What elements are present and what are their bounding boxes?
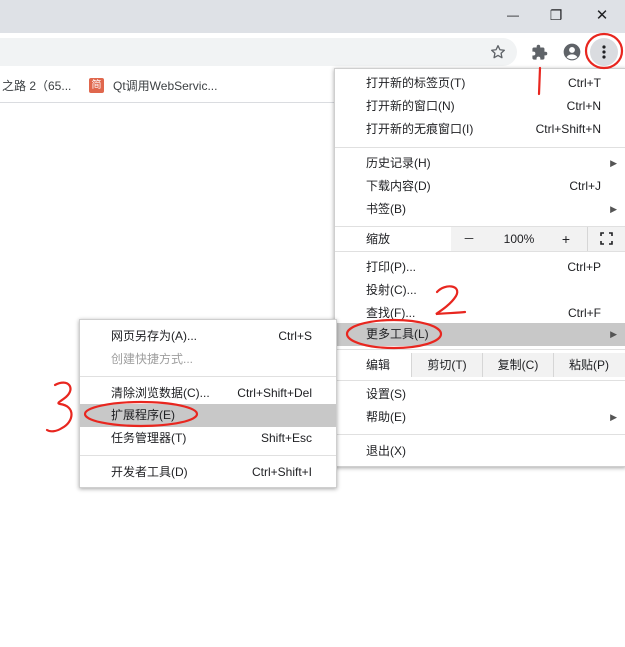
bookmark-favicon-icon: 简 [89, 78, 104, 93]
bookmark-star-button[interactable] [487, 41, 509, 63]
menu-item-cast[interactable]: 投射(C)... [335, 279, 625, 302]
menu-item-label: 投射(C)... [366, 283, 417, 297]
menu-item-downloads[interactable]: 下载内容(D) Ctrl+J [335, 175, 625, 198]
menu-item-bookmarks[interactable]: 书签(B) ▶ [335, 198, 625, 221]
menu-item-shortcut: Ctrl+N [566, 99, 601, 113]
menu-item-label: 开发者工具(D) [111, 465, 188, 479]
menu-divider [335, 434, 625, 435]
puzzle-icon [531, 44, 547, 60]
menu-item-label: 下载内容(D) [366, 179, 431, 193]
zoom-in-button[interactable]: + [551, 227, 581, 251]
submenu-arrow-icon: ▶ [610, 158, 617, 168]
zoom-out-button[interactable]: － [451, 227, 487, 251]
menu-item-shortcut: Ctrl+J [569, 179, 601, 193]
menu-item-label: 创建快捷方式... [111, 352, 194, 366]
chrome-menu-button[interactable] [590, 38, 618, 66]
restore-icon: ❐ [549, 6, 563, 23]
menu-divider [80, 455, 336, 456]
three-dots-vertical-icon [602, 45, 606, 59]
copy-button[interactable]: 复制(C) [482, 353, 553, 377]
fullscreen-button[interactable] [587, 227, 624, 251]
bookmark-item[interactable]: Qt调用WebServic... [113, 70, 217, 102]
annotation-mark-3 [45, 381, 73, 433]
menu-divider [80, 376, 336, 377]
zoom-label: 缩放 [366, 232, 391, 246]
submenu-item-developer-tools[interactable]: 开发者工具(D) Ctrl+Shift+I [80, 461, 336, 484]
extensions-button[interactable] [527, 40, 551, 64]
close-icon: ✕ [595, 7, 609, 24]
submenu-arrow-icon: ▶ [610, 204, 617, 214]
menu-item-label: 打开新的窗口(N) [366, 99, 455, 113]
submenu-arrow-icon: ▶ [610, 329, 617, 339]
paste-button[interactable]: 粘贴(P) [553, 353, 624, 377]
menu-item-label: 打开新的无痕窗口(I) [366, 122, 474, 136]
edit-row: 编辑 剪切(T) 复制(C) 粘贴(P) [335, 353, 625, 377]
menu-item-label: 退出(X) [366, 444, 406, 458]
minimize-icon: — [507, 8, 519, 22]
restore-button[interactable]: ❐ [533, 0, 579, 30]
menu-item-new-tab[interactable]: 打开新的标签页(T) Ctrl+T [335, 72, 625, 95]
menu-item-shortcut: Shift+Esc [260, 431, 312, 445]
menu-item-history[interactable]: 历史记录(H) ▶ [335, 152, 625, 175]
menu-item-settings[interactable]: 设置(S) [335, 383, 625, 406]
zoom-controls: － 100% + [451, 227, 625, 251]
menu-divider [335, 147, 625, 148]
menu-item-label: 更多工具(L) [366, 327, 429, 341]
edit-controls: 剪切(T) 复制(C) 粘贴(P) [411, 353, 625, 377]
menu-item-label: 清除浏览数据(C)... [111, 386, 210, 400]
profile-button[interactable] [559, 39, 585, 65]
menu-item-label: 书签(B) [366, 202, 406, 216]
menu-item-label: 任务管理器(T) [111, 431, 187, 445]
menu-divider [335, 251, 625, 252]
cut-button[interactable]: 剪切(T) [411, 353, 482, 377]
menu-item-shortcut: Ctrl+P [567, 260, 601, 274]
submenu-item-clear-browsing-data[interactable]: 清除浏览数据(C)... Ctrl+Shift+Del [80, 382, 336, 405]
menu-item-find[interactable]: 查找(F)... Ctrl+F [335, 302, 625, 325]
account-icon [563, 43, 581, 61]
menu-item-label: 帮助(E) [366, 410, 406, 424]
more-tools-submenu: 网页另存为(A)... Ctrl+S 创建快捷方式... 清除浏览数据(C)...… [79, 319, 337, 488]
menu-divider [335, 380, 625, 381]
submenu-item-task-manager[interactable]: 任务管理器(T) Shift+Esc [80, 427, 336, 450]
menu-item-label: 历史记录(H) [366, 156, 431, 170]
submenu-item-extensions[interactable]: 扩展程序(E) [80, 404, 336, 427]
menu-divider [335, 349, 625, 350]
address-bar[interactable] [0, 38, 517, 66]
submenu-arrow-icon: ▶ [610, 412, 617, 422]
menu-item-shortcut: Ctrl+Shift+I [251, 465, 312, 479]
menu-item-shortcut: Ctrl+F [568, 306, 601, 320]
menu-item-label: 打开新的标签页(T) [366, 76, 466, 90]
menu-item-print[interactable]: 打印(P)... Ctrl+P [335, 256, 625, 279]
menu-item-label: 查找(F)... [366, 306, 416, 320]
menu-item-shortcut: Ctrl+Shift+Del [237, 386, 312, 400]
submenu-item-save-page-as[interactable]: 网页另存为(A)... Ctrl+S [80, 325, 336, 348]
menu-item-label: 设置(S) [366, 387, 406, 401]
menu-item-help[interactable]: 帮助(E) ▶ [335, 406, 625, 429]
menu-item-shortcut: Ctrl+S [278, 329, 312, 343]
chrome-main-menu: 打开新的标签页(T) Ctrl+T 打开新的窗口(N) Ctrl+N 打开新的无痕窗… [334, 68, 625, 467]
menu-item-more-tools[interactable]: 更多工具(L) ▶ [335, 323, 625, 346]
menu-item-label: 打印(P)... [366, 260, 416, 274]
bookmark-item[interactable]: 之路 2（65... [2, 70, 71, 102]
toolbar [0, 33, 625, 70]
menu-item-new-incognito-window[interactable]: 打开新的无痕窗口(I) Ctrl+Shift+N [335, 118, 625, 141]
menu-item-new-window[interactable]: 打开新的窗口(N) Ctrl+N [335, 95, 625, 118]
menu-item-exit[interactable]: 退出(X) [335, 440, 625, 463]
fullscreen-icon [599, 232, 613, 245]
menu-item-shortcut: Ctrl+Shift+N [535, 122, 601, 136]
close-window-button[interactable]: ✕ [579, 0, 625, 30]
star-icon [491, 45, 505, 59]
zoom-value: 100% [503, 232, 535, 246]
menu-item-label: 网页另存为(A)... [111, 329, 197, 343]
zoom-row: 缩放 － 100% + [335, 227, 625, 251]
submenu-item-create-shortcut: 创建快捷方式... [80, 348, 336, 371]
title-bar: — ❐ ✕ [0, 0, 625, 33]
edit-label: 编辑 [366, 358, 391, 372]
minimize-button[interactable]: — [490, 0, 536, 30]
menu-item-label: 扩展程序(E) [111, 408, 175, 422]
menu-item-shortcut: Ctrl+T [568, 76, 601, 90]
